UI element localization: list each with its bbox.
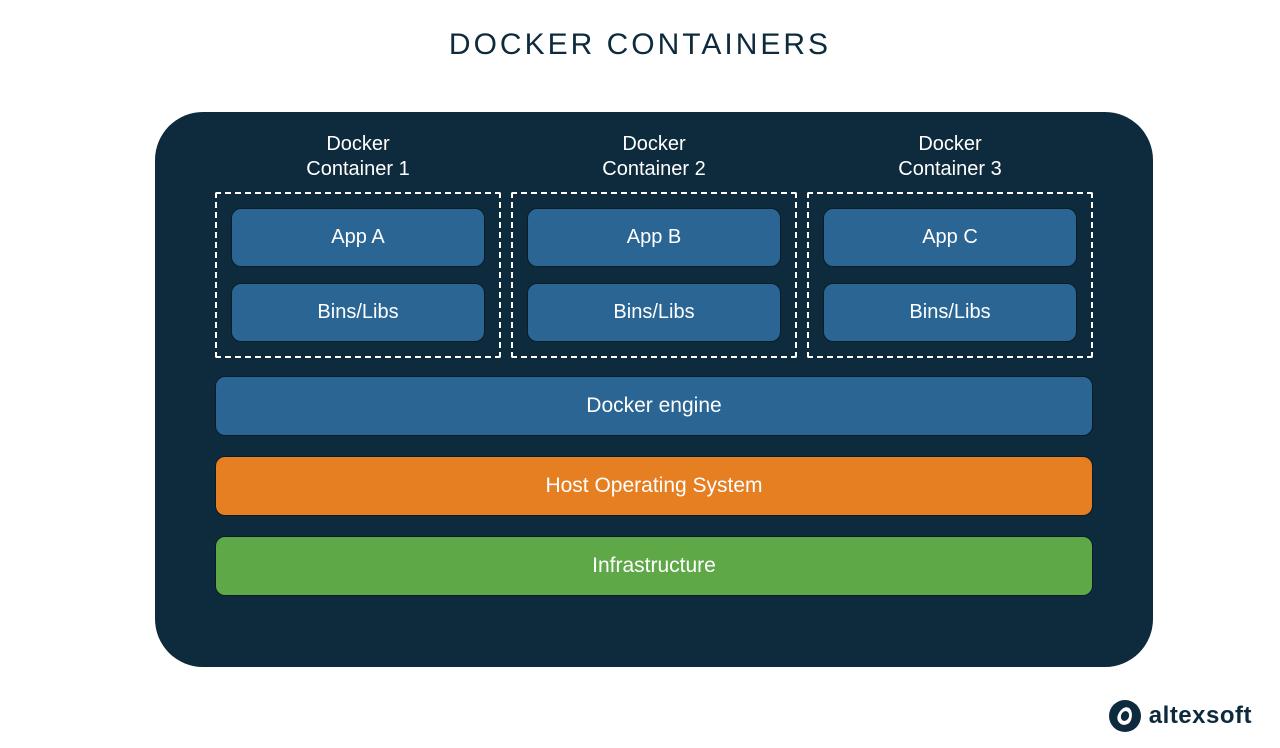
container-3-app: App C: [823, 208, 1077, 267]
container-2-bins: Bins/Libs: [527, 283, 781, 342]
container-1-label: Docker Container 1: [306, 132, 409, 182]
layer-docker-engine: Docker engine: [215, 376, 1093, 436]
layer-infrastructure: Infrastructure: [215, 536, 1093, 596]
diagram-panel: Docker Container 1 App A Bins/Libs Docke…: [155, 112, 1153, 667]
brand-logo-text: altexsoft: [1149, 702, 1252, 730]
brand-logo-icon: [1109, 700, 1141, 732]
layer-stack: Docker engine Host Operating System Infr…: [215, 376, 1093, 596]
containers-row: Docker Container 1 App A Bins/Libs Docke…: [215, 132, 1093, 358]
container-2-box: App B Bins/Libs: [511, 192, 797, 358]
container-3-box: App C Bins/Libs: [807, 192, 1093, 358]
diagram-title: DOCKER CONTAINERS: [0, 28, 1280, 62]
container-3: Docker Container 3 App C Bins/Libs: [807, 132, 1093, 358]
container-1-box: App A Bins/Libs: [215, 192, 501, 358]
layer-host-os: Host Operating System: [215, 456, 1093, 516]
brand-logo: altexsoft: [1109, 700, 1252, 732]
container-2-label: Docker Container 2: [602, 132, 705, 182]
container-1-app: App A: [231, 208, 485, 267]
container-1: Docker Container 1 App A Bins/Libs: [215, 132, 501, 358]
container-1-bins: Bins/Libs: [231, 283, 485, 342]
container-2-app: App B: [527, 208, 781, 267]
container-2: Docker Container 2 App B Bins/Libs: [511, 132, 797, 358]
container-3-bins: Bins/Libs: [823, 283, 1077, 342]
container-3-label: Docker Container 3: [898, 132, 1001, 182]
